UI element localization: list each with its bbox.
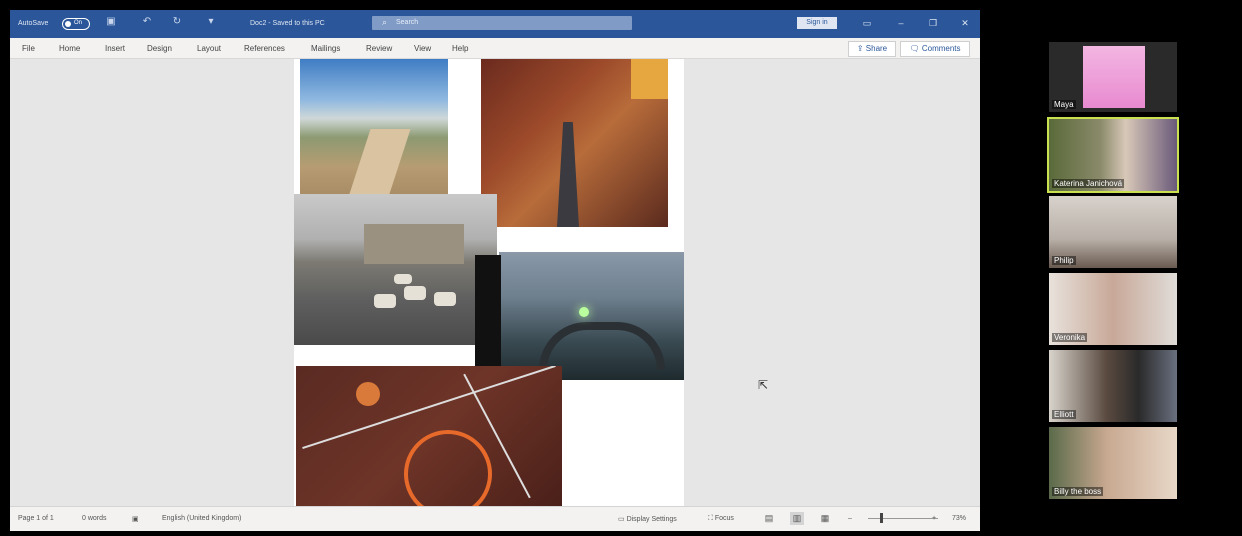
language[interactable]: English (United Kingdom) bbox=[162, 515, 241, 522]
focus-icon: ⛶ bbox=[708, 515, 715, 522]
close-icon[interactable]: ✕ bbox=[958, 17, 972, 29]
photo-coastal-path[interactable] bbox=[300, 59, 448, 194]
comments-icon: 🗨 bbox=[909, 44, 922, 53]
minimize-icon[interactable]: – bbox=[894, 17, 908, 29]
share-button[interactable]: ⇪ Share bbox=[848, 41, 896, 57]
ribbon-display-icon[interactable]: ▭ bbox=[860, 17, 874, 29]
save-icon[interactable]: ▣ bbox=[106, 17, 116, 27]
focus-button[interactable]: ⛶ Focus bbox=[708, 515, 734, 523]
search-icon: ⌕ bbox=[382, 17, 388, 27]
cursor-icon: ⇱ bbox=[758, 378, 769, 392]
zoom-slider[interactable] bbox=[868, 518, 938, 519]
undo-icon[interactable]: ↶ bbox=[142, 17, 152, 27]
word-count[interactable]: 0 words bbox=[82, 515, 107, 522]
focus-label: Focus bbox=[714, 515, 734, 522]
ribbon-tabs: File Home Insert Design Layout Reference… bbox=[10, 38, 980, 59]
page-info[interactable]: Page 1 of 1 bbox=[18, 515, 54, 522]
tab-review[interactable]: Review bbox=[366, 44, 392, 53]
participant-name: Katerina Janichová bbox=[1052, 179, 1125, 188]
photo-basketball[interactable] bbox=[296, 366, 562, 506]
autosave-label: AutoSave bbox=[18, 20, 49, 27]
tab-mailings[interactable]: Mailings bbox=[311, 44, 340, 53]
participant-tile-maya[interactable]: Maya bbox=[1049, 42, 1177, 112]
participant-tile-elliott[interactable]: Elliott bbox=[1049, 350, 1177, 422]
comments-label: Comments bbox=[921, 44, 961, 53]
tab-home[interactable]: Home bbox=[59, 44, 80, 53]
participant-name: Elliott bbox=[1052, 410, 1076, 419]
document-title: Doc2 - Saved to this PC bbox=[250, 20, 325, 27]
zoom-in-icon[interactable]: + bbox=[932, 515, 936, 522]
tab-references[interactable]: References bbox=[244, 44, 285, 53]
tab-layout[interactable]: Layout bbox=[197, 44, 221, 53]
tab-view[interactable]: View bbox=[414, 44, 431, 53]
display-settings-button[interactable]: ▭ Display Settings bbox=[618, 515, 677, 523]
web-layout-icon[interactable]: ▦ bbox=[818, 512, 832, 525]
proofing-icon[interactable]: ▣ bbox=[132, 515, 139, 523]
search-box[interactable]: ⌕ Search bbox=[372, 16, 632, 30]
photo-goats-street[interactable] bbox=[294, 194, 497, 345]
participant-avatar bbox=[1083, 46, 1145, 108]
document-page[interactable] bbox=[294, 59, 684, 506]
tab-insert[interactable]: Insert bbox=[105, 44, 125, 53]
zoom-level[interactable]: 73% bbox=[952, 515, 966, 522]
customize-toolbar-icon[interactable]: ▾ bbox=[206, 17, 216, 27]
participant-name: Billy the boss bbox=[1052, 487, 1104, 496]
participant-name: Veronika bbox=[1052, 333, 1088, 342]
redo-icon[interactable]: ↻ bbox=[172, 17, 182, 27]
photo-desert-road[interactable] bbox=[481, 59, 668, 227]
read-mode-icon[interactable]: ▤ bbox=[762, 512, 776, 525]
photo-dark-strip bbox=[475, 255, 501, 379]
participant-tile-philip[interactable]: Philip bbox=[1049, 196, 1177, 268]
tab-file[interactable]: File bbox=[22, 44, 35, 53]
tab-design[interactable]: Design bbox=[147, 44, 172, 53]
display-settings-label: Display Settings bbox=[626, 516, 677, 523]
participant-name: Philip bbox=[1052, 256, 1076, 265]
title-bar: AutoSave On ▣ ↶ ↻ ▾ Doc2 - Saved to this… bbox=[10, 10, 980, 38]
participant-name: Maya bbox=[1052, 100, 1076, 109]
zoom-out-icon[interactable]: – bbox=[848, 515, 852, 522]
autosave-state: On bbox=[74, 20, 83, 26]
zoom-slider-handle[interactable] bbox=[880, 513, 883, 523]
comments-button[interactable]: 🗨 Comments bbox=[900, 41, 970, 57]
display-settings-icon: ▭ bbox=[618, 516, 627, 523]
sign-in-button[interactable]: Sign in bbox=[797, 17, 837, 29]
autosave-toggle[interactable]: On bbox=[62, 18, 90, 30]
print-layout-icon[interactable]: ▥ bbox=[790, 512, 804, 525]
status-bar: Page 1 of 1 0 words ▣ English (United Ki… bbox=[10, 506, 980, 531]
participant-tile-veronika[interactable]: Veronika bbox=[1049, 273, 1177, 345]
share-label: Share bbox=[865, 44, 888, 53]
search-placeholder: Search bbox=[396, 19, 419, 26]
share-icon: ⇪ bbox=[856, 44, 866, 53]
document-canvas[interactable] bbox=[10, 59, 980, 506]
participant-tile-billy[interactable]: Billy the boss bbox=[1049, 427, 1177, 499]
toggle-knob bbox=[65, 21, 71, 27]
word-window: AutoSave On ▣ ↶ ↻ ▾ Doc2 - Saved to this… bbox=[10, 10, 980, 531]
tab-help[interactable]: Help bbox=[452, 44, 468, 53]
restore-icon[interactable]: ❐ bbox=[926, 17, 940, 29]
photo-fantasy-bridge[interactable] bbox=[499, 252, 684, 380]
participant-tile-katerina[interactable]: Katerina Janichová bbox=[1047, 117, 1179, 193]
